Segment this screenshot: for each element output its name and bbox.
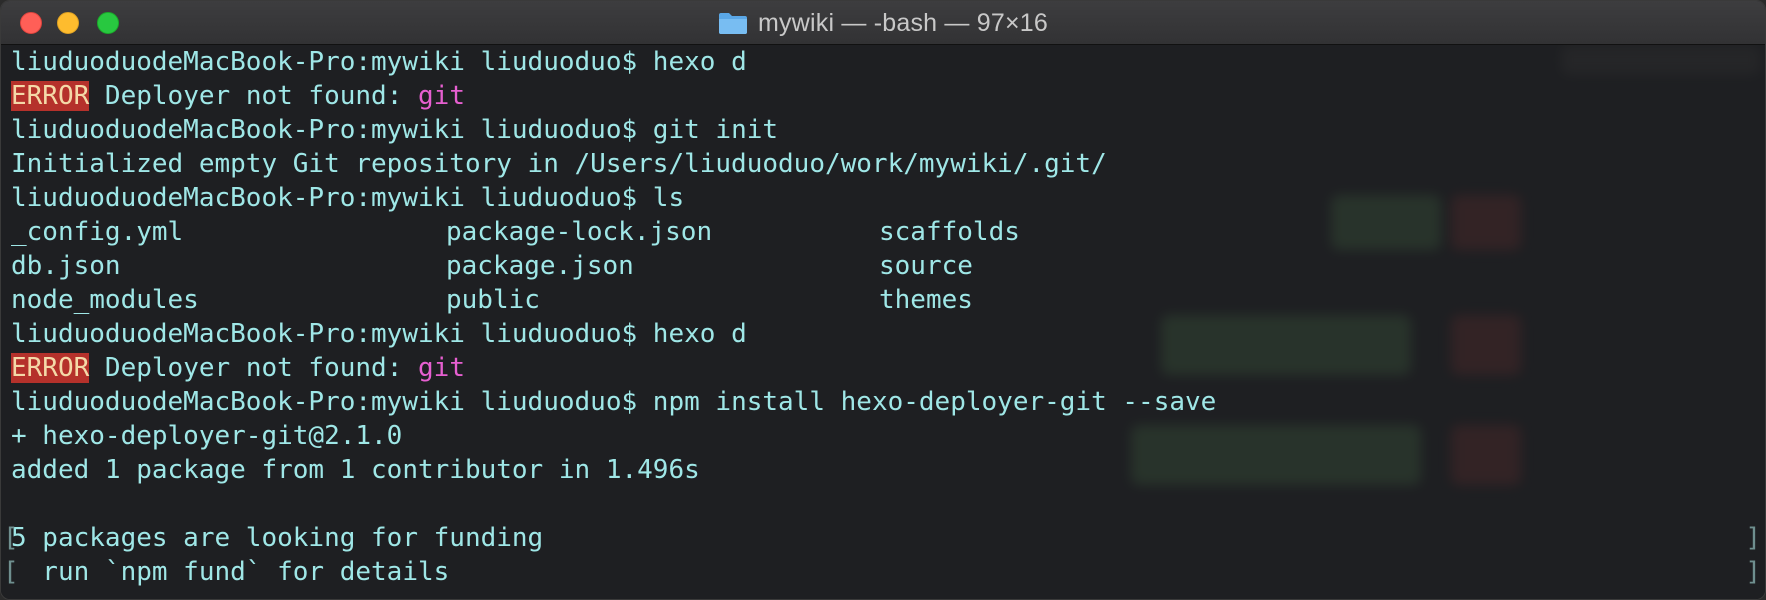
- terminal-line: run `npm fund` for details: [11, 555, 1755, 589]
- shell-prompt: liuduoduodeMacBook-Pro:mywiki liuduoduo$: [11, 387, 653, 417]
- terminal-line: liuduoduodeMacBook-Pro:mywiki liuduoduo$…: [11, 181, 1755, 215]
- title-bar[interactable]: mywiki — -bash — 97×16: [1, 1, 1765, 45]
- shell-prompt: liuduoduodeMacBook-Pro:mywiki liuduoduo$: [11, 183, 653, 213]
- window-title-group: mywiki — -bash — 97×16: [1, 1, 1765, 45]
- terminal-window: mywiki — -bash — 97×16 liuduoduodeMacBoo…: [0, 0, 1766, 600]
- ls-entry: themes: [879, 285, 973, 315]
- terminal-line: + hexo-deployer-git@2.1.0: [11, 419, 1755, 453]
- error-highlight: git: [418, 81, 465, 111]
- shell-prompt: liuduoduodeMacBook-Pro:mywiki liuduoduo$: [11, 47, 653, 77]
- output-text: run `npm fund` for details: [11, 557, 450, 587]
- terminal-line: added 1 package from 1 contributor in 1.…: [11, 453, 1755, 487]
- shell-command: git init: [652, 115, 779, 145]
- scroll-marker-right: ]: [1745, 557, 1761, 587]
- terminal-line: _config.yml package-lock.json scaffolds: [11, 215, 1755, 249]
- shell-command: ls: [652, 183, 685, 213]
- terminal-area[interactable]: liuduoduodeMacBook-Pro:mywiki liuduoduo$…: [1, 45, 1765, 599]
- error-message: Deployer not found:: [89, 353, 419, 383]
- ls-entry: scaffolds: [879, 217, 1020, 247]
- shell-command: hexo d: [652, 47, 747, 77]
- shell-prompt: liuduoduodeMacBook-Pro:mywiki liuduoduo$: [11, 115, 653, 145]
- ls-entry: public: [446, 285, 540, 315]
- ls-entry: node_modules: [11, 285, 199, 315]
- shell-command: npm install hexo-deployer-git --save: [652, 387, 1217, 417]
- shell-prompt: liuduoduodeMacBook-Pro:mywiki liuduoduo$: [11, 319, 653, 349]
- error-badge: ERROR: [11, 81, 90, 111]
- error-message: Deployer not found:: [89, 81, 419, 111]
- folder-icon: [719, 13, 748, 34]
- error-highlight: git: [418, 353, 465, 383]
- output-text: + hexo-deployer-git@2.1.0: [11, 421, 403, 451]
- terminal-line: node_modules public themes: [11, 283, 1755, 317]
- terminal-line: liuduoduodeMacBook-Pro:mywiki liuduoduo$…: [11, 45, 1755, 79]
- terminal-line: db.json package.json source: [11, 249, 1755, 283]
- terminal-line: liuduoduodeMacBook-Pro:mywiki liuduoduo$…: [11, 113, 1755, 147]
- output-text: Initialized empty Git repository in /Use…: [11, 149, 1107, 179]
- terminal-line: liuduoduodeMacBook-Pro:mywiki liuduoduo$…: [11, 385, 1755, 419]
- ls-entry: source: [879, 251, 973, 281]
- terminal-line: Initialized empty Git repository in /Use…: [11, 147, 1755, 181]
- ls-entry: _config.yml: [11, 217, 184, 247]
- ls-entry: package.json: [446, 251, 634, 281]
- scroll-marker-left: [: [3, 523, 19, 553]
- terminal-line: liuduoduodeMacBook-Pro:mywiki liuduoduo$…: [11, 317, 1755, 351]
- terminal-output: liuduoduodeMacBook-Pro:mywiki liuduoduo$…: [11, 45, 1755, 589]
- scroll-marker-left: [: [3, 557, 19, 587]
- shell-command: hexo d: [652, 319, 747, 349]
- scroll-marker-right: ]: [1745, 523, 1761, 553]
- terminal-line: ERROR Deployer not found: git: [11, 351, 1755, 385]
- terminal-line: ERROR Deployer not found: git: [11, 79, 1755, 113]
- ls-entry: db.json: [11, 251, 121, 281]
- error-badge: ERROR: [11, 353, 90, 383]
- window-title: mywiki — -bash — 97×16: [758, 8, 1048, 37]
- output-text: added 1 package from 1 contributor in 1.…: [11, 455, 700, 485]
- output-text: 5 packages are looking for funding: [11, 523, 544, 553]
- ls-entry: package-lock.json: [446, 217, 713, 247]
- terminal-line: 5 packages are looking for funding: [11, 521, 1755, 555]
